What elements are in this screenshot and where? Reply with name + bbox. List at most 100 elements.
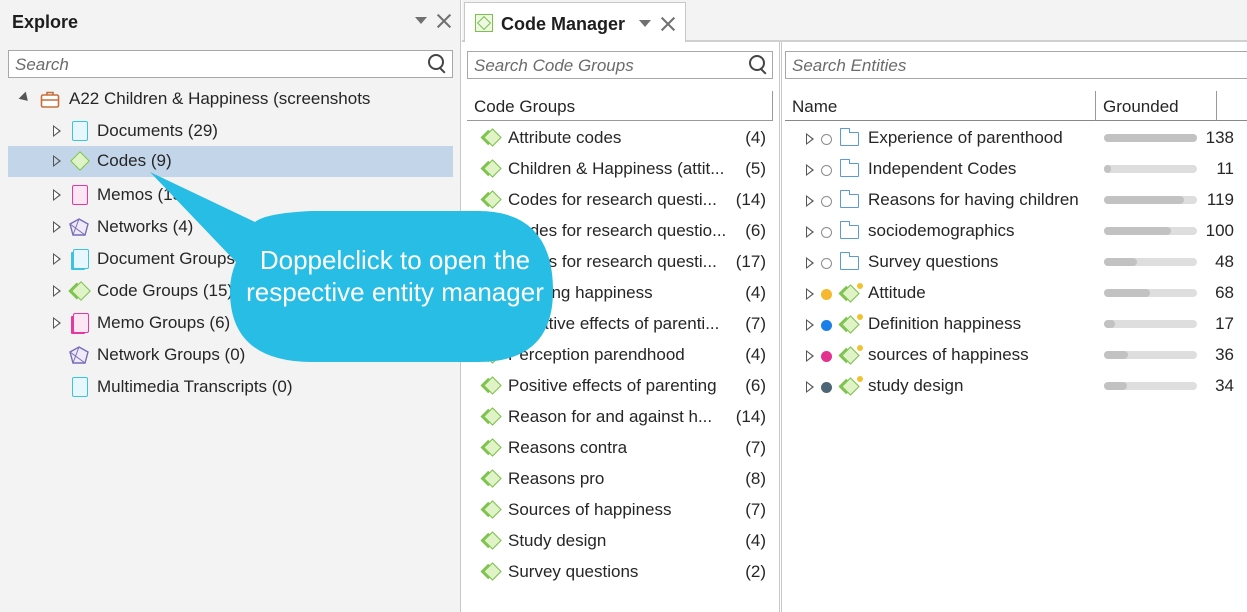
expand-icon[interactable] bbox=[53, 285, 61, 297]
expand-icon[interactable] bbox=[806, 381, 814, 393]
entity-row[interactable]: Attitude 68 bbox=[782, 278, 1247, 309]
folder-icon bbox=[839, 128, 859, 146]
memo-icon bbox=[72, 185, 88, 205]
explore-search-input[interactable]: Search bbox=[8, 50, 453, 78]
code-group-name: Positive effects of parenting bbox=[508, 376, 717, 395]
entity-row[interactable]: sociodemographics 100 bbox=[782, 216, 1247, 247]
expand-icon[interactable] bbox=[53, 317, 61, 329]
tab-menu-chevron-icon[interactable] bbox=[639, 20, 651, 27]
entity-row[interactable]: study design 34 bbox=[782, 371, 1247, 402]
empty-circle-icon bbox=[821, 227, 832, 238]
code-group-count: (14) bbox=[735, 407, 766, 426]
empty-circle-icon bbox=[821, 165, 832, 176]
expand-icon[interactable] bbox=[53, 125, 61, 137]
search-icon[interactable] bbox=[428, 54, 448, 74]
entity-name: Survey questions bbox=[868, 252, 999, 271]
code-group-row[interactable]: Children & Happiness (attit... (5) bbox=[462, 154, 780, 185]
code-group-row[interactable]: Reasons pro (8) bbox=[462, 464, 780, 495]
code-group-row[interactable]: Positive effects of parenting (6) bbox=[462, 371, 780, 402]
tab-code-manager[interactable]: Code Manager bbox=[464, 2, 686, 42]
code-groups-search-input[interactable]: Search Code Groups bbox=[467, 51, 773, 79]
code-group-count: (6) bbox=[745, 221, 766, 240]
code-group-row[interactable]: Perception parendhood (4) bbox=[462, 340, 780, 371]
grounded-bar-fill bbox=[1104, 351, 1128, 359]
code-group-name: Codes for research questi... bbox=[508, 190, 717, 209]
code-group-row[interactable]: Reasons contra (7) bbox=[462, 433, 780, 464]
code-group-row[interactable]: Codes for research questio... (6) bbox=[462, 216, 780, 247]
code-group-row[interactable]: Codes for research questi... (14) bbox=[462, 185, 780, 216]
code-group-count: (17) bbox=[735, 252, 766, 271]
grounded-count: 68 bbox=[1215, 283, 1234, 302]
project-root[interactable]: A22 Children & Happiness (screenshots bbox=[8, 84, 453, 114]
expand-icon[interactable] bbox=[806, 133, 814, 145]
code-group-icon bbox=[483, 221, 502, 240]
entity-row[interactable]: Experience of parenthood 138 bbox=[782, 123, 1247, 154]
tree-item-memos[interactable]: Memos (15) bbox=[8, 180, 453, 210]
column-header-grounded[interactable]: Grounded bbox=[1096, 91, 1217, 121]
code-group-name: Codes for research questio... bbox=[508, 221, 727, 240]
tree-item-label: Network Groups (0) bbox=[97, 345, 246, 364]
tree-item-codes[interactable]: Codes (9) bbox=[8, 146, 453, 177]
tree-item-multimedia-transcripts[interactable]: Multimedia Transcripts (0) bbox=[8, 372, 453, 402]
tree-item-documents[interactable]: Documents (29) bbox=[8, 116, 453, 146]
grounded-bar-fill bbox=[1104, 165, 1111, 173]
expand-icon[interactable] bbox=[806, 288, 814, 300]
code-group-icon bbox=[483, 314, 502, 333]
code-marker-icon bbox=[857, 314, 863, 320]
close-tab-icon[interactable] bbox=[659, 15, 677, 33]
code-group-icon bbox=[483, 345, 502, 364]
code-group-row[interactable]: Attribute codes (4) bbox=[462, 123, 780, 154]
code-group-row[interactable]: Reason for and against h... (14) bbox=[462, 402, 780, 433]
briefcase-icon bbox=[40, 91, 60, 108]
entity-name: Attitude bbox=[868, 283, 926, 302]
grounded-count: 48 bbox=[1215, 252, 1234, 271]
code-group-name: Children & Happiness (attit... bbox=[508, 159, 725, 178]
tree-item-network-groups[interactable]: Network Groups (0) bbox=[8, 340, 453, 370]
tree-item-memo-groups[interactable]: Memo Groups (6) bbox=[8, 308, 453, 338]
panel-menu-chevron-icon[interactable] bbox=[415, 17, 427, 24]
explore-title: Explore bbox=[12, 12, 79, 32]
entity-row[interactable]: Reasons for having children 119 bbox=[782, 185, 1247, 216]
empty-circle-icon bbox=[821, 196, 832, 207]
expand-icon[interactable] bbox=[53, 253, 61, 265]
expand-icon[interactable] bbox=[806, 195, 814, 207]
entity-row[interactable]: Independent Codes 11 bbox=[782, 154, 1247, 185]
expand-icon[interactable] bbox=[53, 189, 61, 201]
code-group-count: (4) bbox=[745, 283, 766, 302]
tree-item-label: Memo Groups (6) bbox=[97, 313, 231, 332]
code-group-icon bbox=[483, 407, 502, 426]
grounded-bar bbox=[1104, 258, 1197, 266]
code-group-icon bbox=[483, 531, 502, 550]
column-header-name[interactable]: Name bbox=[785, 91, 1096, 121]
grounded-bar bbox=[1104, 382, 1197, 390]
entity-name: Independent Codes bbox=[868, 159, 1017, 178]
code-group-row[interactable]: Sources of happiness (7) bbox=[462, 495, 780, 526]
close-icon[interactable] bbox=[435, 12, 453, 30]
tree-item-label: Memos (15) bbox=[97, 185, 188, 204]
code-group-row[interactable]: Study design (4) bbox=[462, 526, 780, 557]
entity-name: sociodemographics bbox=[868, 221, 1015, 240]
expand-icon[interactable] bbox=[53, 221, 61, 233]
code-groups-header[interactable]: Code Groups bbox=[467, 91, 773, 121]
code-group-row[interactable]: Survey questions (2) bbox=[462, 557, 780, 588]
code-group-row[interactable]: Negative effects of parenti... (7) bbox=[462, 309, 780, 340]
search-icon[interactable] bbox=[749, 55, 769, 75]
expand-icon[interactable] bbox=[806, 319, 814, 331]
entity-row[interactable]: Survey questions 48 bbox=[782, 247, 1247, 278]
expand-icon[interactable] bbox=[53, 155, 61, 167]
code-manager-panel: Code Manager Search Code Groups Code Gro… bbox=[462, 0, 1247, 612]
folder-icon bbox=[839, 190, 859, 208]
entity-row[interactable]: sources of happiness 36 bbox=[782, 340, 1247, 371]
collapse-icon[interactable] bbox=[18, 91, 32, 105]
code-group-name: Perception parendhood bbox=[508, 345, 685, 364]
expand-icon[interactable] bbox=[806, 257, 814, 269]
expand-icon[interactable] bbox=[806, 164, 814, 176]
code-group-count: (7) bbox=[745, 438, 766, 457]
grounded-count: 119 bbox=[1206, 190, 1234, 209]
expand-icon[interactable] bbox=[806, 350, 814, 362]
code-icon bbox=[70, 151, 90, 171]
entities-search-input[interactable]: Search Entities bbox=[785, 51, 1247, 79]
entity-row[interactable]: Definition happiness 17 bbox=[782, 309, 1247, 340]
tree-item-networks[interactable]: Networks (4) bbox=[8, 212, 453, 242]
expand-icon[interactable] bbox=[806, 226, 814, 238]
